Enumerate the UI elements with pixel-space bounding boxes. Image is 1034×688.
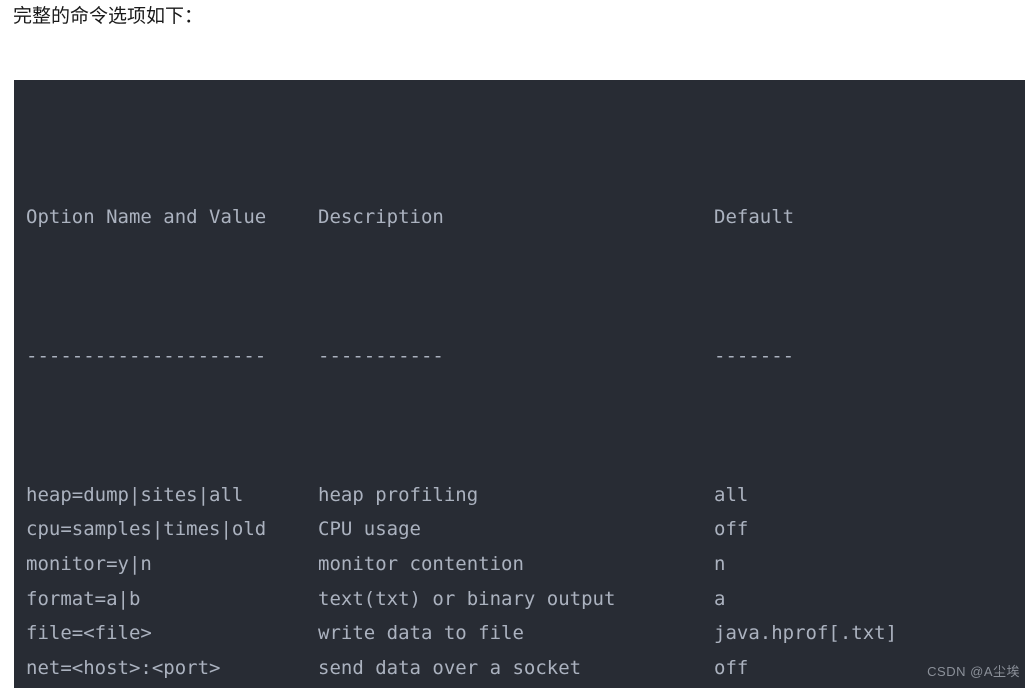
separator-default: ------- bbox=[714, 344, 795, 367]
column-header-description: Description bbox=[318, 206, 444, 229]
option-rows: heap=dump|sites|all heap profiling all cpu=… bbox=[14, 478, 897, 688]
option-name-value: net=<host>:<port> bbox=[26, 657, 221, 680]
option-name-value: file=<file> bbox=[26, 622, 152, 645]
table-row: cpu=samples|times|old CPU usage off bbox=[14, 512, 748, 547]
option-description: CPU usage bbox=[318, 518, 421, 541]
table-row: monitor=y|n monitor contention n bbox=[14, 547, 725, 582]
column-header-default: Default bbox=[714, 206, 795, 229]
code-block: Option Name and Value Description Defaul… bbox=[14, 80, 1025, 688]
code-content: Option Name and Value Description Defaul… bbox=[14, 80, 897, 688]
table-separator-row: --------------------- ----------- ------… bbox=[14, 339, 794, 374]
option-name-value: cpu=samples|times|old bbox=[26, 518, 267, 541]
column-header-option: Option Name and Value bbox=[26, 206, 267, 229]
option-name-value: format=a|b bbox=[26, 587, 141, 610]
separator-description: ----------- bbox=[318, 344, 444, 367]
option-default-value: a bbox=[714, 587, 726, 610]
option-name-value: monitor=y|n bbox=[26, 553, 152, 576]
watermark: CSDN @A尘埃 bbox=[927, 664, 1020, 679]
option-default-value: n bbox=[714, 553, 726, 576]
table-row: format=a|b text(txt) or binary output a bbox=[14, 582, 725, 617]
option-default-value: off bbox=[714, 518, 749, 541]
option-default-value: off bbox=[714, 657, 749, 680]
option-description: send data over a socket bbox=[318, 657, 582, 680]
table-header-row: Option Name and Value Description Defaul… bbox=[14, 200, 794, 235]
option-default-value: all bbox=[714, 483, 749, 506]
option-description: heap profiling bbox=[318, 483, 479, 506]
option-default-value: java.hprof[.txt] bbox=[714, 622, 898, 645]
table-row: heap=dump|sites|all heap profiling all bbox=[14, 478, 748, 513]
option-description: text(txt) or binary output bbox=[318, 587, 616, 610]
option-description: monitor contention bbox=[318, 553, 524, 576]
table-row: file=<file> write data to file java.hprof[… bbox=[14, 616, 897, 651]
table-row: net=<host>:<port> send data over a socket… bbox=[14, 651, 748, 686]
option-description: write data to file bbox=[318, 622, 524, 645]
separator-option: --------------------- bbox=[26, 344, 267, 367]
option-name-value: heap=dump|sites|all bbox=[26, 483, 244, 506]
page-title: 完整的命令选项如下： bbox=[13, 6, 204, 27]
